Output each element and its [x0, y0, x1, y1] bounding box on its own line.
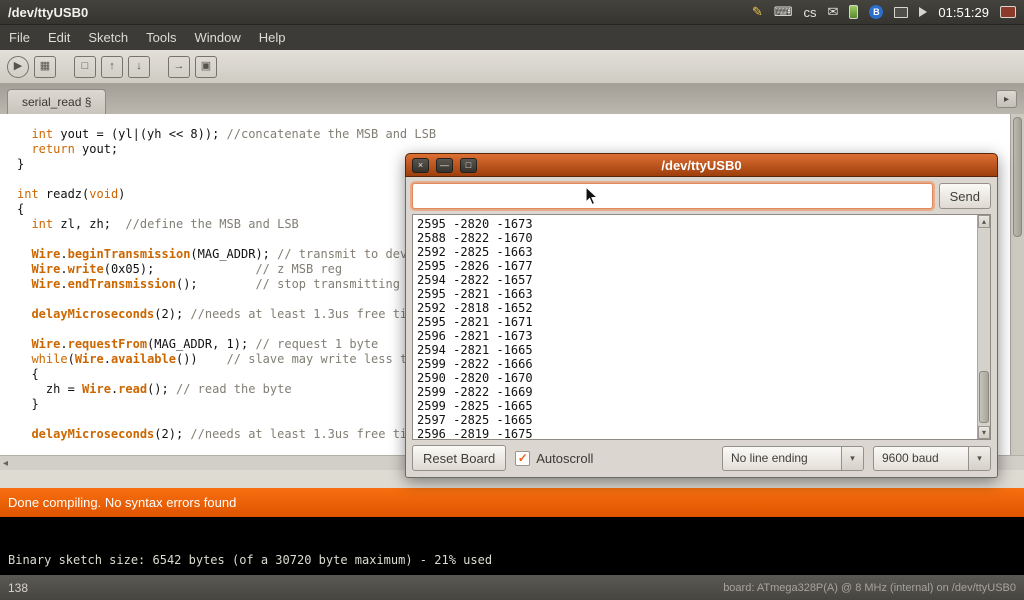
session-menu-icon[interactable] — [1000, 6, 1016, 18]
system-tray: ✎ ⌨ cs ✉ B 01:51:29 — [752, 4, 1024, 20]
serial-line: 2592 -2818 -1652 — [417, 301, 977, 315]
open-sketch-button[interactable]: ↑ — [101, 56, 123, 78]
serial-line: 2595 -2821 -1663 — [417, 287, 977, 301]
stop-icon: ▦ — [40, 61, 50, 72]
stop-button[interactable]: ▦ — [34, 56, 56, 78]
serial-line: 2594 -2821 -1665 — [417, 343, 977, 357]
serial-line: 2596 -2819 -1675 — [417, 427, 977, 439]
code-line: int yout = (yl|(yh << 8)); //concatenate… — [17, 127, 1010, 142]
baud-rate-value: 9600 baud — [874, 447, 968, 470]
reset-board-button[interactable]: Reset Board — [412, 445, 506, 471]
upload-button[interactable]: → — [168, 56, 190, 78]
menu-sketch[interactable]: Sketch — [79, 30, 137, 45]
baud-rate-dropdown[interactable]: 9600 baud ▾ — [873, 446, 991, 471]
note-icon[interactable]: ✎ — [752, 4, 763, 20]
minimize-button[interactable]: — — [436, 158, 453, 173]
serial-line: 2594 -2822 -1657 — [417, 273, 977, 287]
volume-icon[interactable] — [919, 7, 927, 17]
serial-monitor-icon: ▣ — [201, 61, 211, 72]
compile-status-message: Done compiling. No syntax errors found — [8, 495, 236, 510]
serial-line: 2595 -2826 -1677 — [417, 259, 977, 273]
line-ending-dropdown[interactable]: No line ending ▾ — [722, 446, 864, 471]
maximize-button[interactable]: □ — [460, 158, 477, 173]
system-bar: /dev/ttyUSB0 ✎ ⌨ cs ✉ B 01:51:29 — [0, 0, 1024, 25]
dropdown-arrow-icon[interactable]: ▾ — [841, 447, 863, 470]
save-sketch-button[interactable]: ↓ — [128, 56, 150, 78]
tab-bar: serial_read § ▸ — [0, 84, 1024, 114]
serial-line: 2596 -2821 -1673 — [417, 329, 977, 343]
console-line: Binary sketch size: 6542 bytes (of a 307… — [8, 553, 1024, 567]
tab-label: serial_read § — [22, 95, 91, 109]
serial-monitor-button[interactable]: ▣ — [195, 56, 217, 78]
menu-tools[interactable]: Tools — [137, 30, 185, 45]
menu-window[interactable]: Window — [185, 30, 249, 45]
toolbar: ▶ ▦ □ ↑ ↓ → ▣ — [0, 50, 1024, 84]
clock[interactable]: 01:51:29 — [938, 5, 989, 20]
mail-icon[interactable]: ✉ — [827, 4, 838, 20]
serial-line: 2590 -2820 -1670 — [417, 371, 977, 385]
serial-output: 2595 -2820 -16732588 -2822 -16702592 -28… — [413, 215, 977, 439]
tab-menu-button[interactable]: ▸ — [996, 90, 1017, 108]
menu-help[interactable]: Help — [250, 30, 295, 45]
send-button[interactable]: Send — [939, 183, 991, 209]
menu-edit[interactable]: Edit — [39, 30, 79, 45]
verify-icon: ▶ — [14, 61, 22, 72]
save-sketch-icon: ↓ — [136, 61, 142, 72]
serial-line: 2592 -2825 -1663 — [417, 245, 977, 259]
tab-serial-read[interactable]: serial_read § — [7, 89, 106, 114]
serial-monitor-body: Send 2595 -2820 -16732588 -2822 -1670259… — [405, 177, 998, 478]
bluetooth-icon[interactable]: B — [869, 5, 883, 19]
serial-window-title: /dev/ttyUSB0 — [406, 158, 997, 173]
autoscroll-checkbox[interactable]: ✓ — [515, 451, 530, 466]
serial-monitor-titlebar[interactable]: /dev/ttyUSB0 × — □ — [405, 153, 998, 177]
scroll-down-arrow-icon[interactable]: ▾ — [978, 426, 990, 439]
open-sketch-icon: ↑ — [109, 61, 115, 72]
tab-menu-icon: ▸ — [1004, 94, 1009, 105]
serial-line: 2595 -2820 -1673 — [417, 217, 977, 231]
scroll-left-arrow-icon[interactable]: ◂ — [3, 458, 8, 469]
serial-monitor-window: /dev/ttyUSB0 × — □ Send 2595 -2820 -1673… — [405, 153, 998, 478]
verify-button[interactable]: ▶ — [7, 56, 29, 78]
window-controls: × — □ — [406, 158, 477, 173]
menu-bar: FileEditSketchToolsWindowHelp — [0, 25, 1024, 50]
serial-line: 2595 -2821 -1671 — [417, 315, 977, 329]
keyboard-icon[interactable]: ⌨ — [774, 4, 793, 20]
serial-line: 2588 -2822 -1670 — [417, 231, 977, 245]
serial-line: 2599 -2822 -1666 — [417, 357, 977, 371]
scrollbar-thumb[interactable] — [979, 371, 989, 423]
serial-output-scrollbar[interactable]: ▴ ▾ — [977, 215, 990, 439]
scroll-up-arrow-icon[interactable]: ▴ — [978, 215, 990, 228]
new-sketch-button[interactable]: □ — [74, 56, 96, 78]
check-icon: ✓ — [518, 451, 528, 465]
editor-vertical-scrollbar[interactable] — [1010, 114, 1024, 455]
line-ending-value: No line ending — [723, 447, 841, 470]
battery-icon[interactable] — [849, 5, 858, 19]
caret-line-number: 138 — [8, 581, 28, 595]
serial-line: 2599 -2822 -1669 — [417, 385, 977, 399]
autoscroll-label: Autoscroll — [536, 451, 593, 466]
serial-line: 2597 -2825 -1665 — [417, 413, 977, 427]
serial-output-panel: 2595 -2820 -16732588 -2822 -16702592 -28… — [412, 214, 991, 440]
scrollbar-thumb[interactable] — [1013, 117, 1022, 237]
autoscroll-control[interactable]: ✓ Autoscroll — [515, 451, 593, 466]
close-button[interactable]: × — [412, 158, 429, 173]
mouse-cursor — [585, 186, 599, 206]
compile-status-bar: Done compiling. No syntax errors found — [0, 488, 1024, 517]
serial-line: 2599 -2825 -1665 — [417, 399, 977, 413]
dropdown-arrow-icon[interactable]: ▾ — [968, 447, 990, 470]
active-window-title: /dev/ttyUSB0 — [0, 5, 752, 20]
footer-status-bar: 138 board: ATmega328P(A) @ 8 MHz (intern… — [0, 575, 1024, 600]
serial-input[interactable] — [412, 183, 933, 209]
network-icon[interactable] — [894, 7, 908, 18]
new-sketch-icon: □ — [82, 61, 89, 72]
console-output: Binary sketch size: 6542 bytes (of a 307… — [0, 517, 1024, 575]
upload-icon: → — [174, 61, 185, 72]
keyboard-layout-indicator[interactable]: cs — [803, 5, 816, 20]
menu-file[interactable]: File — [0, 30, 39, 45]
board-info: board: ATmega328P(A) @ 8 MHz (internal) … — [723, 582, 1016, 594]
